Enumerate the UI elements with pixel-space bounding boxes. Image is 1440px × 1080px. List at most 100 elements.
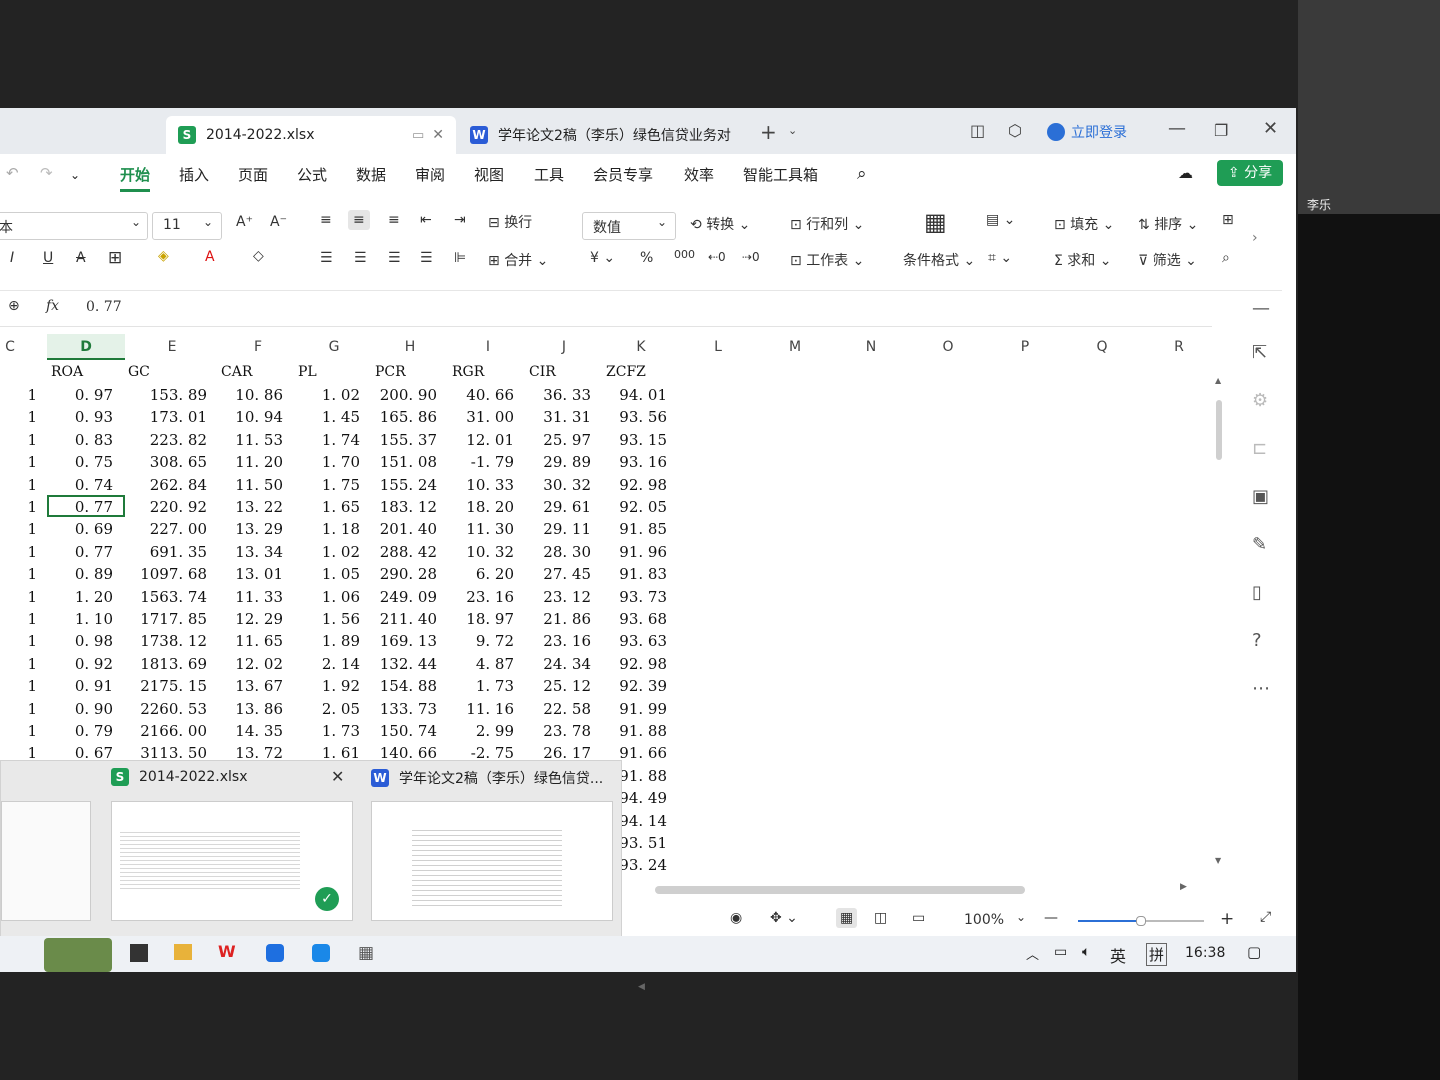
restore-button[interactable]: ❐	[1214, 121, 1228, 140]
cell-zcfz[interactable]: 92. 98	[619, 476, 667, 494]
cell-rgr[interactable]: 10. 32	[466, 543, 514, 561]
strikethrough-icon[interactable]: A	[76, 250, 86, 266]
cell-pcr[interactable]: 165. 86	[380, 408, 437, 426]
cell-c[interactable]: 1	[27, 498, 37, 516]
menu-smart-toolbox[interactable]: 智能工具箱	[743, 164, 818, 185]
menu-data[interactable]: 数据	[356, 164, 386, 185]
format-icon[interactable]: ⊏	[1252, 438, 1267, 459]
menu-tools[interactable]: 工具	[534, 164, 564, 185]
cell-gc[interactable]: 2166. 00	[140, 722, 207, 740]
cell-zcfz[interactable]: 93. 16	[619, 453, 667, 471]
tab-spreadsheet[interactable]: S 2014-2022.xlsx ▭ ✕	[166, 116, 456, 154]
cell-c[interactable]: 1	[27, 476, 37, 494]
cell-pcr[interactable]: 169. 13	[380, 632, 437, 650]
conditional-format-icon[interactable]: ▦	[924, 208, 947, 236]
align-right-icon[interactable]: ☰	[388, 250, 401, 266]
col-header-m[interactable]: M	[775, 339, 815, 355]
cell-pl[interactable]: 1. 70	[322, 453, 360, 471]
cell-car[interactable]: 13. 67	[235, 677, 283, 695]
cell-rgr[interactable]: 18. 20	[466, 498, 514, 516]
distributed-icon[interactable]: ⊫	[454, 250, 466, 266]
adjust-icon[interactable]: ⚙	[1252, 390, 1268, 411]
cell-pcr[interactable]: 290. 28	[380, 565, 437, 583]
zoom-slider-track[interactable]	[1142, 920, 1204, 922]
cell-cir[interactable]: 22. 58	[543, 700, 591, 718]
convert-button[interactable]: ⟲ 转换 ⌄	[690, 214, 750, 234]
border-icon[interactable]: ⊞	[108, 248, 122, 268]
cell-gc[interactable]: 173. 01	[150, 408, 207, 426]
cell-rgr[interactable]: 12. 01	[466, 431, 514, 449]
justify-icon[interactable]: ☰	[420, 250, 433, 266]
cell-roa[interactable]: 0. 83	[75, 431, 113, 449]
cell-car[interactable]: 13. 34	[235, 543, 283, 561]
cell-cir[interactable]: 23. 78	[543, 722, 591, 740]
number-format-select[interactable]: 数值 ⌄	[582, 212, 676, 240]
cell-cir[interactable]: 29. 11	[543, 520, 591, 538]
header-rgr[interactable]: RGR	[452, 364, 484, 380]
col-header-p[interactable]: P	[1005, 339, 1045, 355]
cell-roa[interactable]: 0. 97	[75, 386, 113, 404]
cell-style-icon[interactable]: ▤ ⌄	[986, 212, 1015, 228]
clock[interactable]: 16:38	[1185, 945, 1225, 961]
cell-c[interactable]: 1	[27, 408, 37, 426]
wps-icon[interactable]: W	[218, 942, 236, 961]
header-pcr[interactable]: PCR	[375, 364, 406, 380]
worksheet-button[interactable]: ⊡ 工作表 ⌄	[790, 250, 864, 270]
align-top-icon[interactable]: ≡	[320, 212, 332, 228]
cell-rgr[interactable]: 31. 00	[466, 408, 514, 426]
header-zcfz[interactable]: ZCFZ	[606, 364, 646, 380]
col-header-i[interactable]: I	[468, 339, 508, 355]
crop-icon[interactable]: ⌗ ⌄	[988, 250, 1012, 266]
col-header-d[interactable]: D	[47, 334, 125, 360]
notification-icon[interactable]: ▢	[1247, 943, 1261, 961]
scroll-down-icon[interactable]: ▼	[1215, 856, 1221, 865]
cell-gc[interactable]: 223. 82	[150, 431, 207, 449]
cell-car[interactable]: 11. 50	[235, 476, 283, 494]
cell-rgr[interactable]: 2. 99	[476, 722, 514, 740]
freeze-icon[interactable]: ⊞	[1222, 212, 1234, 228]
cell-rgr[interactable]: 23. 16	[466, 588, 514, 606]
menu-insert[interactable]: 插入	[179, 164, 209, 185]
cell-cir[interactable]: 25. 97	[543, 431, 591, 449]
select-cursor-icon[interactable]: ⇱	[1252, 342, 1267, 363]
preview-document-title[interactable]: W 学年论文2稿（李乐）绿色信贷...	[371, 768, 603, 788]
cell-gc[interactable]: 1563. 74	[140, 588, 207, 606]
cell-zcfz[interactable]: 94. 49	[619, 789, 667, 807]
battery-icon[interactable]: ▭	[1054, 944, 1067, 960]
cell-c[interactable]: 1	[27, 610, 37, 628]
cell-c[interactable]: 1	[27, 632, 37, 650]
cell-rgr[interactable]: 40. 66	[466, 386, 514, 404]
cell-cir[interactable]: 23. 16	[543, 632, 591, 650]
cell-roa[interactable]: 0. 98	[75, 632, 113, 650]
fill-color-icon[interactable]: ◈	[158, 248, 169, 264]
cell-pl[interactable]: 1. 05	[322, 565, 360, 583]
ime-language[interactable]: 英	[1110, 943, 1126, 967]
cell-car[interactable]: 13. 86	[235, 700, 283, 718]
cell-car[interactable]: 11. 33	[235, 588, 283, 606]
chevron-down-icon[interactable]: ⌄	[788, 124, 797, 137]
ribbon-expand-icon[interactable]: ›	[1252, 230, 1258, 246]
calculator-icon[interactable]: ▦	[358, 943, 374, 963]
cell-gc[interactable]: 1738. 12	[140, 632, 207, 650]
fill-button[interactable]: ⊡ 填充 ⌄	[1054, 214, 1114, 234]
align-bottom-icon[interactable]: ≡	[388, 212, 400, 228]
cell-roa[interactable]: 0. 89	[75, 565, 113, 583]
cloud-icon[interactable]: ☁	[1178, 164, 1193, 182]
cell-rgr[interactable]: 4. 87	[476, 655, 514, 673]
fullscreen-icon[interactable]: ⤢	[1260, 909, 1271, 925]
cell-pcr[interactable]: 201. 40	[380, 520, 437, 538]
cell-zcfz[interactable]: 93. 51	[619, 834, 667, 852]
cell-car[interactable]: 13. 29	[235, 520, 283, 538]
vertical-scroll-thumb[interactable]	[1216, 400, 1222, 460]
cell-car[interactable]: 11. 53	[235, 431, 283, 449]
meeting-icon[interactable]	[312, 944, 330, 962]
cell-c[interactable]: 1	[27, 588, 37, 606]
panel-collapse-icon[interactable]: —	[1252, 298, 1270, 319]
cell-gc[interactable]: 1813. 69	[140, 655, 207, 673]
cell-zcfz[interactable]: 93. 68	[619, 610, 667, 628]
col-header-o[interactable]: O	[928, 339, 968, 355]
cell-gc[interactable]: 262. 84	[150, 476, 207, 494]
cell-c[interactable]: 1	[27, 453, 37, 471]
formula-input[interactable]: 0. 77	[86, 299, 122, 315]
cell-cir[interactable]: 31. 31	[543, 408, 591, 426]
